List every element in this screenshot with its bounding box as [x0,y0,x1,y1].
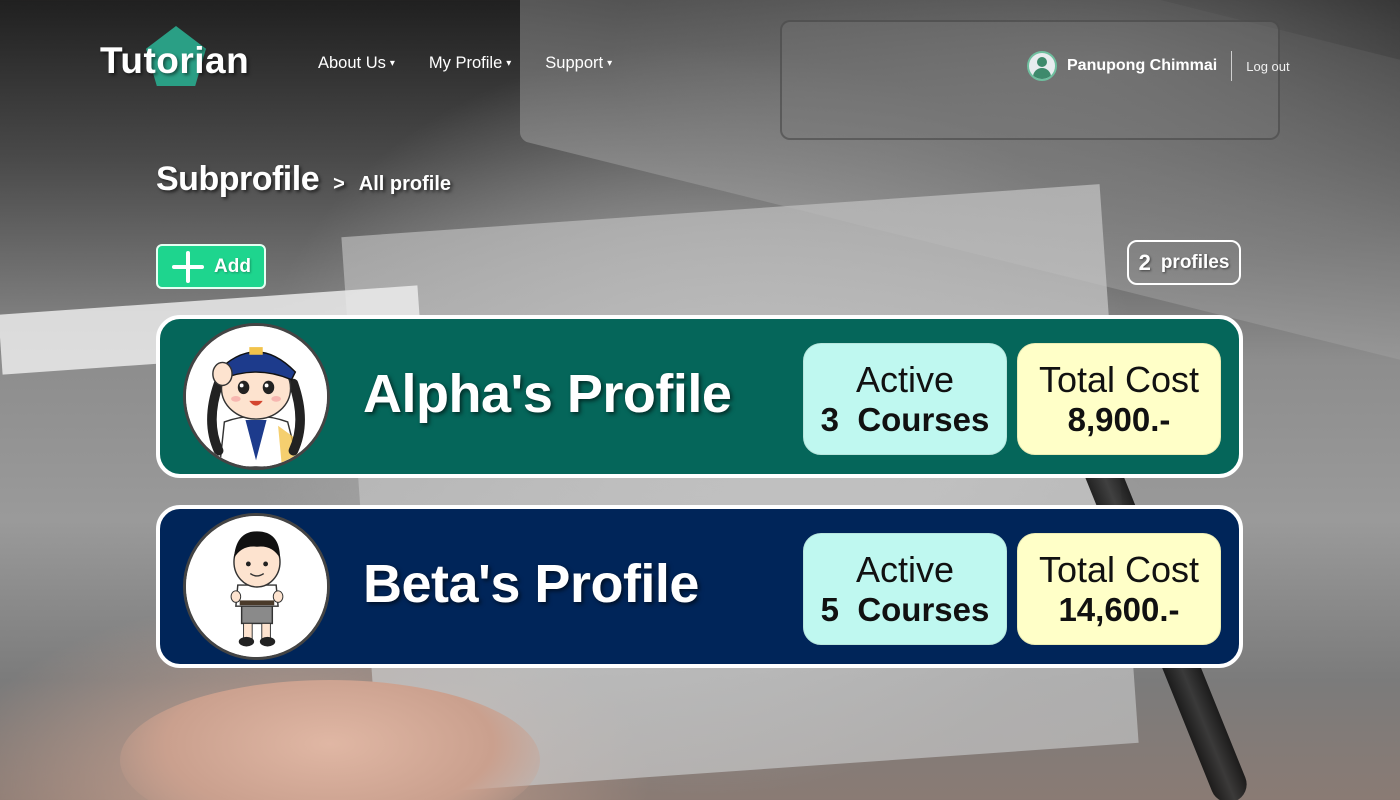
breadcrumb-current: All profile [358,173,452,195]
active-courses-stat: Active 5 Courses [803,533,1007,645]
logo[interactable]: Tutorian [100,24,260,90]
active-count: 5 [820,590,839,628]
total-cost-stat: Total Cost 14,600.- [1017,533,1221,645]
avatar [183,323,330,470]
background-hand [120,680,540,800]
active-label: Active [855,549,955,591]
profile-card-alpha[interactable]: Alpha's Profile Active 3 Courses Total C… [156,315,1243,478]
avatar [183,513,330,660]
profile-name: Beta's Profile [363,554,699,614]
user-name[interactable]: Panupong Chimmai [1067,57,1217,75]
nav-about-us[interactable]: About Us ▾ [318,54,395,73]
boy-student-avatar-icon [186,516,327,657]
profile-count-label: profiles [1160,251,1230,273]
logout-link[interactable]: Log out [1246,59,1289,74]
chevron-down-icon: ▾ [607,58,613,69]
chevron-down-icon: ▾ [506,58,512,69]
header: Tutorian About Us ▾ My Profile ▾ Support… [0,0,1400,130]
courses-label: Courses [857,400,990,438]
cost-value: 8,900.- [1067,400,1171,438]
divider [1231,51,1233,81]
cost-label: Total Cost [1038,359,1200,401]
breadcrumb-root[interactable]: Subprofile [156,160,320,199]
active-count: 3 [820,400,839,438]
active-courses-value: 5 Courses [821,591,990,629]
profile-count: 2 [1138,249,1151,275]
nav-support[interactable]: Support ▾ [545,54,612,73]
background-paper [341,184,1139,796]
breadcrumb: Subprofile > All profile [156,160,451,199]
profile-name: Alpha's Profile [363,364,732,424]
main-nav: About Us ▾ My Profile ▾ Support ▾ [318,54,612,73]
girl-scout-avatar-icon [186,326,327,467]
profile-card-beta[interactable]: Beta's Profile Active 5 Courses Total Co… [156,505,1243,668]
profile-count-badge: 2 profiles [1127,240,1241,285]
user-avatar-icon[interactable] [1027,51,1057,81]
chevron-down-icon: ▾ [389,58,395,69]
total-cost-stat: Total Cost 8,900.- [1017,343,1221,455]
active-courses-value: 3 Courses [821,401,990,439]
cost-value: 14,600.- [1058,590,1180,628]
courses-label: Courses [857,590,990,628]
add-label: Add [214,255,251,277]
cost-label: Total Cost [1038,549,1200,591]
active-label: Active [855,359,955,401]
logo-text: Tutorian [100,40,250,81]
nav-label: Support [545,54,604,72]
active-courses-stat: Active 3 Courses [803,343,1007,455]
nav-my-profile[interactable]: My Profile ▾ [429,54,511,73]
add-profile-button[interactable]: Add [156,244,266,289]
user-menu: Panupong Chimmai Log out [1027,50,1290,82]
plus-icon [172,250,204,283]
nav-label: My Profile [428,54,503,72]
nav-label: About Us [318,54,386,72]
breadcrumb-separator: > [333,173,345,195]
